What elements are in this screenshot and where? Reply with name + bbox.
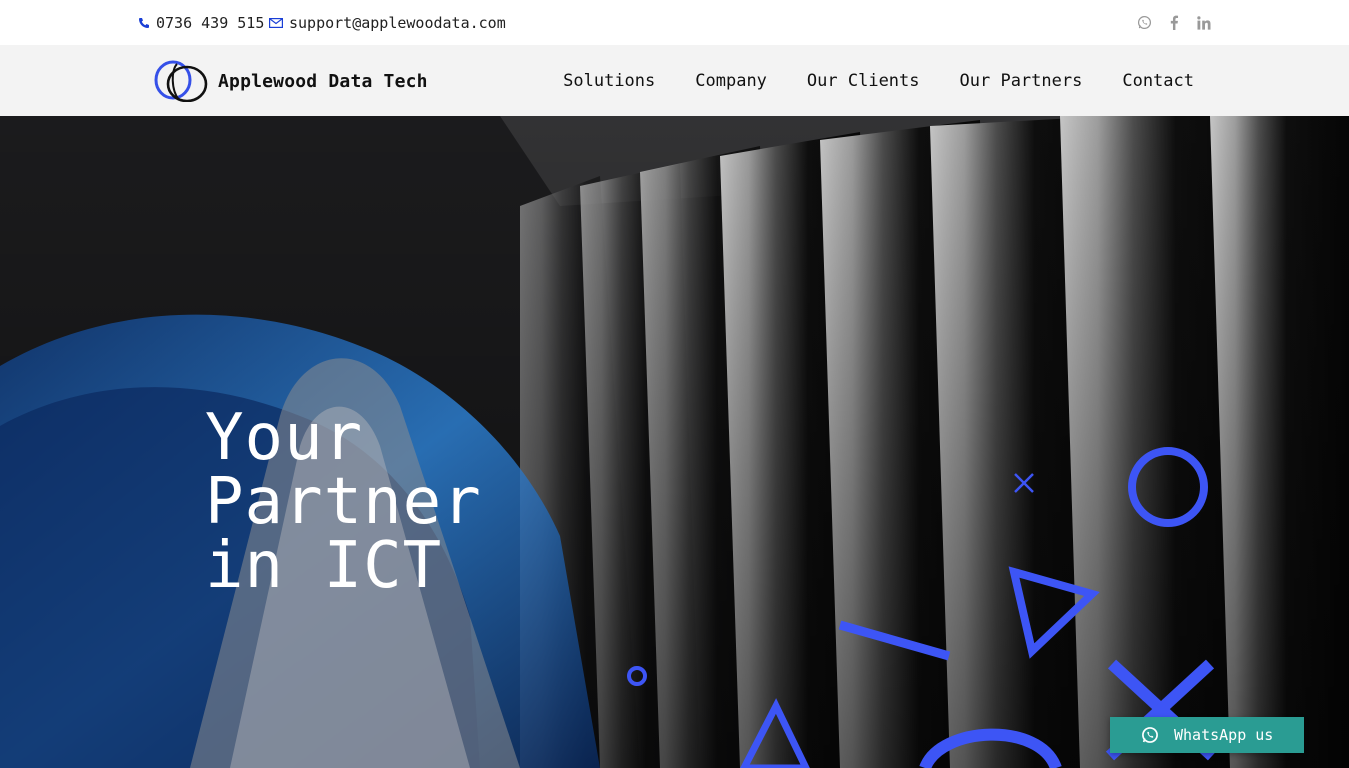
email-address: support@applewoodata.com xyxy=(289,13,506,32)
nav-item-company[interactable]: Company xyxy=(695,71,767,91)
social-links xyxy=(1136,0,1212,45)
top-bar: 0736 439 515 support@applewoodata.com xyxy=(0,0,1349,45)
mail-icon xyxy=(269,17,283,28)
main-menu: Solutions Company Our Clients Our Partne… xyxy=(563,45,1194,116)
whatsapp-icon xyxy=(1142,727,1158,743)
brand-logo-icon xyxy=(154,60,208,102)
phone-icon xyxy=(139,17,149,28)
phone-number: 0736 439 515 xyxy=(156,13,265,32)
linkedin-icon[interactable] xyxy=(1196,15,1212,31)
whatsapp-icon[interactable] xyxy=(1136,15,1152,31)
brand-link[interactable]: Applewood Data Tech xyxy=(153,60,428,102)
nav-item-our-partners[interactable]: Our Partners xyxy=(960,71,1083,91)
small-ring-shape-icon xyxy=(627,666,647,686)
decorative-shapes xyxy=(627,447,1217,768)
main-navbar: Applewood Data Tech Solutions Company Ou… xyxy=(0,45,1349,116)
bar-shape-icon xyxy=(838,620,951,661)
nav-item-contact[interactable]: Contact xyxy=(1122,71,1194,91)
arc-shape-icon xyxy=(919,728,1062,768)
large-ring-shape-icon xyxy=(1128,447,1208,527)
whatsapp-label: WhatsApp us xyxy=(1174,726,1274,744)
nav-item-our-clients[interactable]: Our Clients xyxy=(807,71,920,91)
nav-item-solutions[interactable]: Solutions xyxy=(563,71,655,91)
hero-section: Your Partner in ICT xyxy=(0,116,1349,768)
brand-name: Applewood Data Tech xyxy=(218,70,428,92)
facebook-icon[interactable] xyxy=(1166,15,1182,31)
email-contact[interactable]: support@applewoodata.com xyxy=(269,0,506,45)
small-triangle-shape-icon xyxy=(740,698,810,768)
triangle-shape-icon xyxy=(1008,566,1100,659)
close-x-shape-icon xyxy=(1014,473,1034,493)
phone-contact[interactable]: 0736 439 515 xyxy=(138,0,264,45)
whatsapp-chat-button[interactable]: WhatsApp us xyxy=(1110,717,1304,753)
